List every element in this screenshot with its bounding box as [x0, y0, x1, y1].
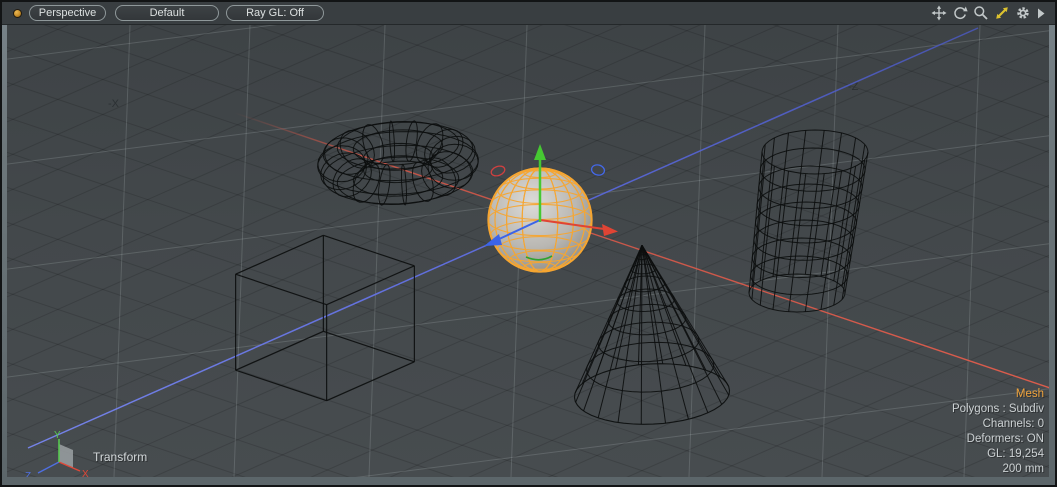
toolbar-icon-group — [931, 5, 1046, 21]
viewport-window: Perspective Default Ray GL: Off — [0, 0, 1057, 487]
rotate-view-icon[interactable] — [952, 5, 968, 21]
settings-gear-icon[interactable] — [1015, 5, 1031, 21]
expand-arrow-icon[interactable] — [1036, 5, 1046, 21]
triad-y-label: Y — [54, 430, 61, 441]
grid-axis-label-negx: -X — [108, 98, 120, 110]
ray-gl-button[interactable]: Ray GL: Off — [226, 5, 324, 21]
viewport-toolbar: Perspective Default Ray GL: Off — [2, 2, 1055, 25]
channels-info: Channels: 0 — [952, 417, 1044, 432]
polygons-info: Polygons : Subdiv — [952, 402, 1044, 417]
gl-count-info: GL: 19,254 — [952, 447, 1044, 462]
mesh-item-name: Mesh — [952, 387, 1044, 402]
grid-size-info: 200 mm — [952, 462, 1044, 477]
shading-style-button[interactable]: Default — [115, 5, 219, 21]
mesh-info-hud: Mesh Polygons : Subdiv Channels: 0 Defor… — [952, 387, 1044, 477]
viewport-active-led — [13, 9, 22, 18]
triad-x-label: X — [82, 469, 89, 477]
deformers-info: Deformers: ON — [952, 432, 1044, 447]
triad-z-label: Z — [25, 471, 31, 477]
active-tool-label: Transform — [93, 450, 147, 464]
objects-layer — [236, 121, 868, 425]
maximize-viewport-icon[interactable] — [994, 5, 1010, 21]
view-type-button[interactable]: Perspective — [29, 5, 106, 21]
zoom-magnifier-icon[interactable] — [973, 5, 989, 21]
viewport-3d-canvas[interactable]: -X -Z Y Z X Transform Mesh Polygons : Su… — [7, 25, 1049, 477]
pan-move-icon[interactable] — [931, 5, 947, 21]
